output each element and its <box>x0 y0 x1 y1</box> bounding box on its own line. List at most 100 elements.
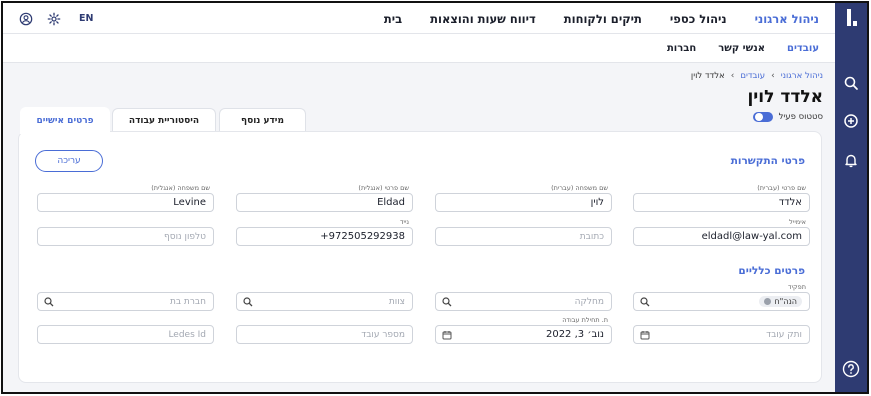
extra-phone-input[interactable]: טלפון נוסף <box>37 227 214 246</box>
search-icon[interactable] <box>843 75 859 91</box>
seniority-input[interactable]: ותק עובד <box>633 325 810 344</box>
subnav-contacts[interactable]: אנשי קשר <box>718 43 765 54</box>
user-icon[interactable] <box>19 12 33 26</box>
department-field: מחלקה <box>435 292 612 311</box>
start-date-label: ת. תחילת עבודה <box>562 316 608 324</box>
address-field: כתובת <box>435 227 612 246</box>
start-date-value: נוב׳ 3, 2022 <box>545 329 604 340</box>
team-field: צוות <box>236 292 413 311</box>
edit-button[interactable]: עריכה <box>35 150 103 172</box>
last-name-en-label: שם משפחה (אנגלית) <box>151 184 210 192</box>
search-icon <box>442 297 452 307</box>
employee-number-placeholder: מספר עובד <box>361 329 405 340</box>
last-name-he-input[interactable]: לוין <box>435 193 612 212</box>
search-icon <box>640 297 650 307</box>
role-label: תפקיד <box>788 283 806 291</box>
tab-personal-details[interactable]: פרטים אישיים <box>20 107 110 134</box>
seniority-field: ותק עובד <box>633 325 810 344</box>
top-utilities: EN <box>19 3 93 34</box>
department-select[interactable]: מחלקה <box>435 292 612 311</box>
start-date-input[interactable]: נוב׳ 3, 2022 <box>435 325 612 344</box>
extra-phone-field: טלפון נוסף <box>37 227 214 246</box>
app-logo[interactable] <box>844 9 858 27</box>
nav-finance[interactable]: ניהול כספי <box>670 12 727 26</box>
first-name-en-value: Eldad <box>377 197 405 208</box>
tab-additional-info[interactable]: מידע נוסף <box>219 108 306 133</box>
role-chip[interactable]: הנה"ח <box>759 296 802 307</box>
email-label: אימייל <box>789 218 806 226</box>
app-window: EN בית דיווח שעות והוצאות תיקים ולקוחות … <box>1 1 869 394</box>
chevron-left-icon: › <box>771 71 775 81</box>
subnav-companies[interactable]: חברות <box>667 43 696 54</box>
calendar-icon[interactable] <box>640 330 650 340</box>
last-name-en-input[interactable]: Levine <box>37 193 214 212</box>
first-name-en-input[interactable]: Eldad <box>236 193 413 212</box>
top-bar: EN בית דיווח שעות והוצאות תיקים ולקוחות … <box>3 3 835 34</box>
sub-bar: עובדים אנשי קשר חברות <box>3 34 835 63</box>
last-name-en-value: Levine <box>173 197 206 208</box>
ledes-id-input[interactable]: Ledes Id <box>37 325 214 344</box>
employee-number-input[interactable]: מספר עובד <box>236 325 413 344</box>
contact-section-title: פרטי התקשרות <box>730 155 805 167</box>
ledes-id-placeholder: Ledes Id <box>168 329 206 340</box>
search-icon <box>243 297 253 307</box>
breadcrumb-parent[interactable]: עובדים <box>740 71 765 81</box>
status-row: סטטוס פעיל <box>752 112 823 122</box>
role-chip-label: הנה"ח <box>774 297 797 306</box>
search-icon <box>44 297 54 307</box>
ledes-id-field: Ledes Id <box>37 325 214 344</box>
nav-home[interactable]: בית <box>384 12 402 26</box>
first-name-he-label: שם פרטי (עברית) <box>757 184 806 192</box>
breadcrumb-root[interactable]: ניהול ארגוני <box>781 71 823 81</box>
team-placeholder: צוות <box>388 296 405 307</box>
first-name-he-input[interactable]: אלדד <box>633 193 810 212</box>
mobile-label: נייד <box>399 218 409 226</box>
nav-cases-clients[interactable]: תיקים ולקוחות <box>564 12 642 26</box>
start-date-field: ת. תחילת עבודה נוב׳ 3, 2022 <box>435 316 612 344</box>
active-status-toggle[interactable] <box>752 112 773 122</box>
subsidiary-placeholder: חברת בת <box>169 296 206 307</box>
general-section-title: פרטים כלליים <box>738 265 805 277</box>
language-switch[interactable]: EN <box>79 13 93 24</box>
mobile-value: +972505292938 <box>320 231 405 242</box>
breadcrumb: ניהול ארגוני › עובדים › אלדד לוין <box>691 71 823 81</box>
subnav-employees[interactable]: עובדים <box>787 43 819 54</box>
last-name-he-value: לוין <box>590 197 604 208</box>
remove-chip-icon[interactable] <box>764 298 772 305</box>
details-card <box>18 131 822 383</box>
first-name-he-field: שם פרטי (עברית) אלדד <box>633 184 810 212</box>
role-select[interactable]: הנה"ח <box>633 292 810 311</box>
department-placeholder: מחלקה <box>574 296 604 307</box>
chevron-left-icon: › <box>730 71 735 81</box>
mobile-field: נייד +972505292938 <box>236 218 413 246</box>
bell-icon[interactable] <box>843 152 859 168</box>
last-name-en-field: שם משפחה (אנגלית) Levine <box>37 184 214 212</box>
first-name-en-label: שם פרטי (אנגלית) <box>358 184 409 192</box>
side-rail <box>835 3 867 392</box>
sub-nav: עובדים אנשי קשר חברות <box>645 34 819 63</box>
status-label: סטטוס פעיל <box>778 112 823 122</box>
nav-organization[interactable]: ניהול ארגוני <box>755 12 819 26</box>
email-field: אימייל eldadl@law-yal.com <box>633 218 810 246</box>
first-name-he-value: אלדד <box>778 197 802 208</box>
mobile-input[interactable]: +972505292938 <box>236 227 413 246</box>
help-icon[interactable] <box>842 360 860 378</box>
employee-number-field: מספר עובד <box>236 325 413 344</box>
gear-icon[interactable] <box>47 12 61 26</box>
address-input[interactable]: כתובת <box>435 227 612 246</box>
page-title: אלדד לוין <box>747 87 823 107</box>
subsidiary-field: חברת בת <box>37 292 214 311</box>
main-nav: בית דיווח שעות והוצאות תיקים ולקוחות ניה… <box>356 3 819 34</box>
seniority-placeholder: ותק עובד <box>766 329 802 340</box>
calendar-icon[interactable] <box>442 330 452 340</box>
nav-time-expenses[interactable]: דיווח שעות והוצאות <box>430 12 536 26</box>
extra-phone-placeholder: טלפון נוסף <box>164 231 206 242</box>
tab-work-history[interactable]: היסטוריית עבודה <box>112 108 216 133</box>
add-circle-icon[interactable] <box>843 113 859 129</box>
subsidiary-select[interactable]: חברת בת <box>37 292 214 311</box>
first-name-en-field: שם פרטי (אנגלית) Eldad <box>236 184 413 212</box>
email-input[interactable]: eldadl@law-yal.com <box>633 227 810 246</box>
last-name-he-field: שם משפחה (עברית) לוין <box>435 184 612 212</box>
team-select[interactable]: צוות <box>236 292 413 311</box>
last-name-he-label: שם משפחה (עברית) <box>551 184 608 192</box>
